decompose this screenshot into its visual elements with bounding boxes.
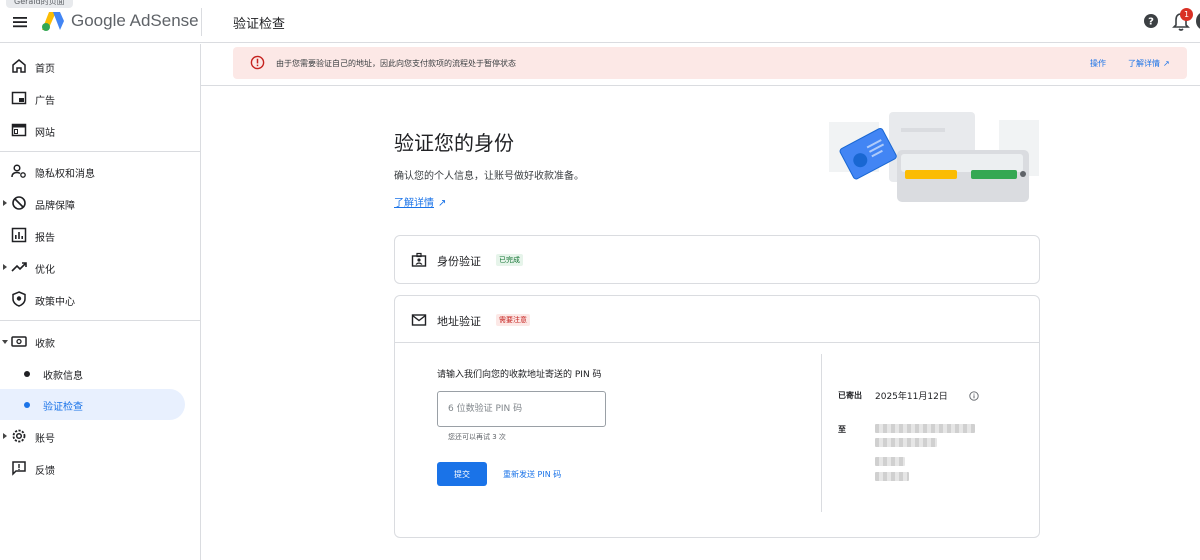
brand-safety-icon (12, 196, 26, 210)
content-divider (201, 85, 1200, 86)
expand-caret-icon[interactable] (3, 433, 7, 439)
id-badge-icon (411, 252, 427, 267)
sidebar-item-label: 账号 (35, 434, 55, 445)
verify-identity-subtitle: 确认您的个人信息，让账号做好收款准备。 (394, 171, 584, 182)
address-verification-card: 地址验证 需要注意 请输入我们向您的收款地址寄送的 PIN 码 您还可以再试 3… (394, 295, 1040, 538)
sidebar-item-label: 反馈 (35, 466, 55, 477)
identity-card-header: 身份验证 已完成 (395, 236, 1039, 284)
sidebar-item-policy-center[interactable]: 政策中心 (0, 284, 200, 315)
redacted-address-line (875, 472, 909, 481)
account-tooltip: Gerald的页面 (6, 0, 73, 8)
sent-label: 已寄出 (838, 391, 862, 400)
error-icon (250, 55, 265, 70)
sidebar-item-label: 政策中心 (35, 297, 75, 308)
address-card-header[interactable]: 地址验证 需要注意 (395, 296, 1039, 344)
sidebar-item-brand-safety[interactable]: 品牌保障 (0, 188, 200, 219)
bullet-dot-icon (24, 371, 30, 377)
collapse-caret-icon[interactable] (2, 340, 8, 344)
card-divider (395, 342, 1039, 343)
page-title: 验证检查 (233, 17, 286, 32)
sidebar-item-label: 报告 (35, 233, 55, 244)
sidebar-item-account[interactable]: 账号 (0, 421, 200, 452)
status-badge: 需要注意 (496, 314, 530, 326)
sidebar-item-label: 优化 (35, 265, 55, 276)
identity-verification-card[interactable]: 身份验证 已完成 (394, 235, 1040, 284)
help-icon[interactable]: ? (1142, 12, 1160, 30)
redacted-address-line (875, 438, 937, 447)
expand-caret-icon[interactable] (3, 200, 7, 206)
sidebar-item-payment-info[interactable]: 收款信息 (0, 358, 200, 389)
sidebar-item-ads[interactable]: 广告 (0, 83, 200, 114)
payment-hold-alert: 由于您需要验证自己的地址，因此向您支付款项的流程处于暂停状态 操作 了解详情 ↗ (233, 47, 1187, 79)
payments-icon (11, 336, 27, 347)
gear-icon (12, 429, 26, 443)
sidebar-item-optimization[interactable]: 优化 (0, 252, 200, 283)
policy-shield-icon (12, 291, 26, 307)
pin-input[interactable] (437, 391, 606, 427)
pin-prompt-text: 请输入我们向您的收款地址寄送的 PIN 码 (437, 370, 602, 380)
feedback-icon (12, 461, 26, 476)
bullet-dot-icon (24, 402, 30, 408)
identity-card-title: 身份验证 (437, 255, 481, 268)
external-link-icon: ↗ (1163, 59, 1170, 68)
sidebar-divider (0, 151, 200, 152)
brand-name: Google AdSense (71, 11, 199, 30)
sidebar-item-label: 收款信息 (43, 371, 83, 382)
sidebar-item-payments[interactable]: 收款 (0, 326, 200, 357)
learn-more-label: 了解详情 (394, 198, 434, 209)
ads-icon (11, 91, 27, 105)
resend-pin-link[interactable]: 重新发送 PIN 码 (503, 469, 561, 480)
top-app-bar: Gerald的页面 Google AdSense 验证检查 ? 1 (0, 0, 1200, 43)
mail-icon (411, 314, 427, 326)
adsense-logo-icon (42, 12, 64, 31)
home-icon (12, 59, 26, 73)
verify-identity-heading: 验证您的身份 (394, 131, 514, 155)
header-divider (201, 8, 202, 36)
reports-icon (11, 227, 27, 243)
sidebar-item-reports[interactable]: 报告 (0, 220, 200, 251)
notification-count-badge: 1 (1180, 8, 1193, 21)
sidebar-item-label: 品牌保障 (35, 201, 75, 212)
verification-illustration (829, 112, 1039, 202)
alert-learn-more-label: 了解详情 (1128, 59, 1160, 68)
sent-date: 2025年11月12日 (875, 392, 948, 402)
hamburger-menu-icon[interactable] (10, 12, 30, 32)
sidebar-divider (0, 320, 200, 321)
sidebar-item-sites[interactable]: 网站 (0, 115, 200, 146)
address-card-title: 地址验证 (437, 315, 481, 328)
sidebar-item-label: 隐私权和消息 (35, 169, 95, 180)
redacted-address-line (875, 457, 905, 466)
retry-count-text: 您还可以再试 3 次 (448, 433, 506, 441)
status-badge: 已完成 (496, 254, 523, 266)
privacy-icon (11, 164, 26, 178)
sidebar-item-label: 验证检查 (43, 402, 83, 413)
sidebar-item-privacy[interactable]: 隐私权和消息 (0, 156, 200, 187)
external-link-icon: ↗ (438, 198, 447, 209)
avatar[interactable] (1196, 12, 1200, 30)
sidebar-item-label: 广告 (35, 96, 55, 107)
svg-text:?: ? (1148, 17, 1154, 28)
sidebar-nav: 首页 广告 网站 隐私权和消息 品牌保障 报告 优化 政策中心 收款 收款信息 (0, 44, 201, 560)
alert-message: 由于您需要验证自己的地址，因此向您支付款项的流程处于暂停状态 (276, 59, 516, 68)
sidebar-item-label: 首页 (35, 64, 55, 75)
expand-caret-icon[interactable] (3, 264, 7, 270)
optimization-icon (11, 262, 27, 272)
info-icon[interactable] (969, 391, 979, 401)
sidebar-item-label: 收款 (35, 339, 55, 350)
sidebar-item-label: 网站 (35, 128, 55, 139)
column-divider (821, 354, 822, 512)
sites-icon (11, 123, 27, 137)
sidebar-item-feedback[interactable]: 反馈 (0, 453, 200, 484)
submit-button[interactable]: 提交 (437, 462, 487, 486)
sidebar-item-home[interactable]: 首页 (0, 51, 200, 82)
learn-more-link[interactable]: 了解详情 ↗ (394, 194, 446, 209)
alert-learn-more-link[interactable]: 了解详情 ↗ (1128, 58, 1170, 69)
redacted-address-line (875, 424, 975, 433)
to-label: 至 (838, 425, 846, 434)
alert-action-link[interactable]: 操作 (1090, 58, 1106, 69)
sidebar-item-verification[interactable]: 验证检查 (0, 389, 185, 420)
